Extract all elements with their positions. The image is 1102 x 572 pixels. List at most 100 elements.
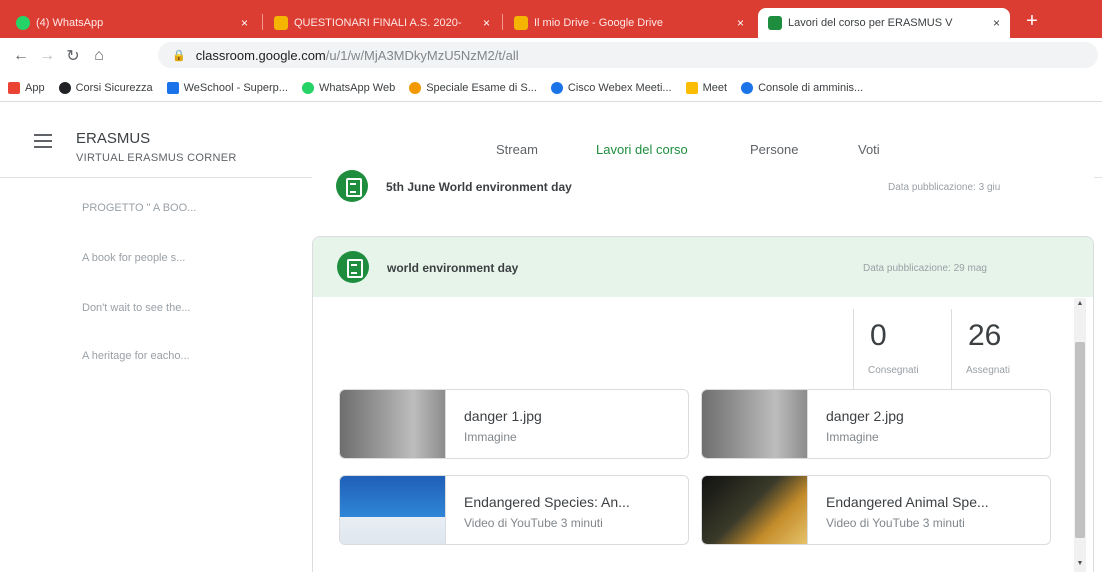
tab-stream[interactable]: Stream <box>496 142 538 157</box>
scroll-down-icon[interactable]: ▼ <box>1076 560 1084 567</box>
bookmark-speciale-esame[interactable]: Speciale Esame di S... <box>409 81 537 94</box>
video-thumbnail <box>702 476 808 544</box>
attachment-type: Video di YouTube 3 minuti <box>464 516 603 530</box>
sidebar-topic[interactable]: A heritage for eacho... <box>82 350 190 362</box>
tab-lavori-del-corso[interactable]: Lavori del corso <box>596 142 688 157</box>
browser-tab-strip: (4) WhatsApp × QUESTIONARI FINALI A.S. 2… <box>0 0 1102 38</box>
tab-voti[interactable]: Voti <box>858 142 880 157</box>
bookmark-apps[interactable]: App <box>8 81 45 94</box>
classroom-header: ERASMUS VIRTUAL ERASMUS CORNER Stream La… <box>0 102 1102 180</box>
url-path: /u/1/w/MjA3MDkyMzU5NzM2/t/all <box>325 47 519 63</box>
url-host: classroom.google.com <box>195 47 326 63</box>
bookmark-label: WeSchool - Superp... <box>183 81 288 94</box>
browser-tab-drive[interactable]: Il mio Drive - Google Drive × <box>504 8 754 38</box>
assignment-title: world environment day <box>387 261 519 275</box>
assignment-date: Data pubblicazione: 3 giu <box>888 182 1001 193</box>
attachment-name: danger 2.jpg <box>826 408 904 424</box>
back-arrow-icon[interactable]: ← <box>8 47 34 65</box>
assignment-stats: 0 Consegnati 26 Assegnati <box>853 309 1049 389</box>
bookmark-console[interactable]: Console di amminis... <box>741 81 864 94</box>
url-field[interactable]: 🔒 classroom.google.com/u/1/w/MjA3MDkyMzU… <box>158 42 1098 68</box>
bookmark-label: WhatsApp Web <box>318 81 396 94</box>
drive-icon <box>514 16 528 30</box>
close-icon[interactable]: × <box>241 16 248 30</box>
bookmark-label: Console di amminis... <box>758 81 864 94</box>
attachment-name: Endangered Animal Spe... <box>826 494 989 510</box>
assignment-icon <box>336 170 368 202</box>
bookmark-cisco-webex[interactable]: Cisco Webex Meeti... <box>550 81 672 94</box>
menu-icon[interactable] <box>34 134 52 148</box>
tab-label: QUESTIONARI FINALI A.S. 2020- <box>294 17 462 29</box>
assigned-count: 26 <box>968 319 1002 352</box>
attachment-name: Endangered Species: An... <box>464 494 630 510</box>
attachment-card[interactable]: danger 2.jpg Immagine <box>701 389 1051 459</box>
sidebar-topic[interactable]: PROGETTO " A BOO... <box>82 202 196 214</box>
scrollbar-thumb[interactable] <box>1075 342 1085 538</box>
attachment-card[interactable]: Endangered Species: An... Video di YouTu… <box>339 475 689 545</box>
bookmark-corsi-sicurezza[interactable]: Corsi Sicurezza <box>58 81 153 94</box>
attachment-name: danger 1.jpg <box>464 408 542 424</box>
video-thumbnail <box>340 476 446 544</box>
image-thumbnail <box>702 390 808 458</box>
bookmark-favicon-icon <box>166 81 179 94</box>
bookmark-label: Meet <box>702 81 728 94</box>
new-tab-button[interactable]: + <box>1020 10 1044 34</box>
forward-arrow-icon[interactable]: → <box>34 47 60 65</box>
assignment-title: 5th June World environment day <box>386 180 572 194</box>
tab-label: (4) WhatsApp <box>36 17 104 29</box>
bookmark-favicon-icon <box>58 81 71 94</box>
reload-icon[interactable]: ↻ <box>60 46 86 66</box>
attachment-type: Immagine <box>826 430 879 444</box>
image-thumbnail <box>340 390 446 458</box>
whatsapp-icon <box>16 16 30 30</box>
whatsapp-icon <box>301 81 314 94</box>
attachment-type: Video di YouTube 3 minuti <box>826 516 965 530</box>
admin-console-icon <box>741 81 754 94</box>
browser-tab-whatsapp[interactable]: (4) WhatsApp × <box>6 8 258 38</box>
assignment-date: Data pubblicazione: 29 mag <box>863 263 987 274</box>
meet-icon <box>685 81 698 94</box>
tab-label: Lavori del corso per ERASMUS V <box>788 17 953 29</box>
attachment-card[interactable]: Endangered Animal Spe... Video di YouTub… <box>701 475 1051 545</box>
bookmark-meet[interactable]: Meet <box>685 81 728 94</box>
bookmarks-bar: App Corsi Sicurezza WeSchool - Superp...… <box>0 74 1102 102</box>
assignment-card-header[interactable]: world environment day Data pubblicazione… <box>313 237 1093 297</box>
scroll-up-icon[interactable]: ▲ <box>1076 300 1084 307</box>
sidebar-topic[interactable]: A book for people s... <box>82 252 185 264</box>
home-icon[interactable]: ⌂ <box>86 47 112 65</box>
drive-icon <box>274 16 288 30</box>
tab-persone[interactable]: Persone <box>750 142 798 157</box>
close-icon[interactable]: × <box>737 16 744 30</box>
tab-label: Il mio Drive - Google Drive <box>534 17 663 29</box>
assignment-card: world environment day Data pubblicazione… <box>312 236 1094 572</box>
bookmark-label: Speciale Esame di S... <box>426 81 537 94</box>
webex-icon <box>550 81 563 94</box>
turned-in-stat[interactable]: 0 Consegnati <box>853 309 951 389</box>
class-section: VIRTUAL ERASMUS CORNER <box>76 152 237 164</box>
assignment-icon <box>337 251 369 283</box>
attachment-type: Immagine <box>464 430 517 444</box>
browser-tab-questionari[interactable]: QUESTIONARI FINALI A.S. 2020- × <box>264 8 500 38</box>
bookmark-label: Cisco Webex Meeti... <box>567 81 672 94</box>
address-bar-row: ← → ↻ ⌂ 🔒 classroom.google.com/u/1/w/MjA… <box>0 38 1102 74</box>
close-icon[interactable]: × <box>483 16 490 30</box>
assignment-row[interactable]: 5th June World environment day Data pubb… <box>312 168 1094 218</box>
bookmark-label: App <box>25 81 45 94</box>
close-icon[interactable]: × <box>993 16 1000 30</box>
lock-icon: 🔒 <box>172 49 186 62</box>
bookmark-whatsapp-web[interactable]: WhatsApp Web <box>301 81 396 94</box>
attachment-card[interactable]: danger 1.jpg Immagine <box>339 389 689 459</box>
apps-grid-icon <box>8 81 20 94</box>
sidebar-topic[interactable]: Don't wait to see the... <box>82 302 191 314</box>
browser-tab-classroom[interactable]: Lavori del corso per ERASMUS V × <box>758 8 1010 38</box>
class-name[interactable]: ERASMUS <box>76 130 150 147</box>
tab-divider <box>262 14 263 30</box>
tab-divider <box>502 14 503 30</box>
bookmark-label: Corsi Sicurezza <box>75 81 153 94</box>
bookmark-weschool[interactable]: WeSchool - Superp... <box>166 81 288 94</box>
turned-in-count: 0 <box>870 319 887 352</box>
assigned-stat[interactable]: 26 Assegnati <box>951 309 1049 389</box>
bookmark-favicon-icon <box>409 81 422 94</box>
turned-in-label: Consegnati <box>868 365 919 376</box>
assigned-label: Assegnati <box>966 365 1010 376</box>
